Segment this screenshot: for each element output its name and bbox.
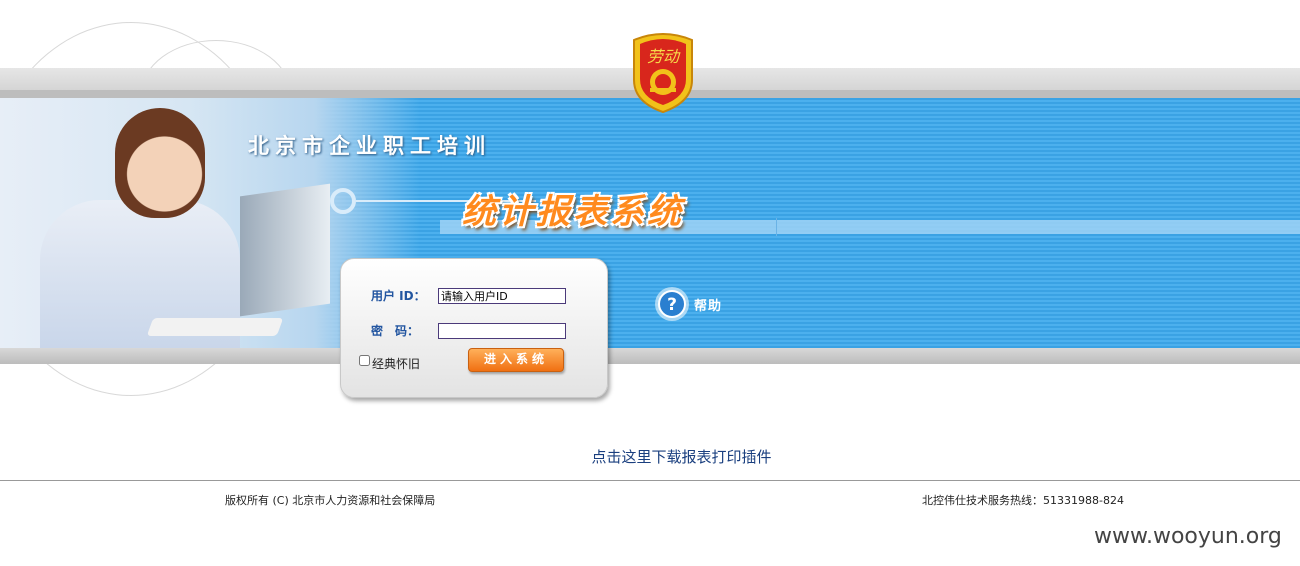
banner-stripe-tick xyxy=(776,218,777,236)
classic-mode-option[interactable]: 经典怀旧 xyxy=(359,355,420,372)
system-title: 统计报表系统 xyxy=(462,192,684,232)
password-label: 密 码： xyxy=(371,324,420,338)
question-icon: ? xyxy=(655,287,689,321)
keyboard-illustration xyxy=(146,318,284,336)
svg-text:?: ? xyxy=(667,295,677,315)
computer-monitor-illustration xyxy=(240,183,330,317)
watermark: www.wooyun.org xyxy=(1094,524,1282,549)
person-illustration-head xyxy=(115,108,205,218)
user-id-input[interactable] xyxy=(438,288,566,304)
footer-divider xyxy=(0,480,1300,481)
user-id-label: 用户 ID： xyxy=(371,289,426,303)
bottom-gray-bar xyxy=(0,348,1300,364)
classic-mode-label: 经典怀旧 xyxy=(372,357,421,371)
labor-emblem-icon: 劳动 xyxy=(633,33,693,114)
help-link[interactable]: ? 帮助 xyxy=(654,284,722,324)
login-panel: 用户 ID： 密 码： 经典怀旧 进入系统 xyxy=(340,258,608,398)
password-input[interactable] xyxy=(438,323,566,339)
org-title: 北京市企业职工培训 xyxy=(248,134,491,158)
copyright-text: 版权所有 (C) 北京市人力资源和社会保障局 xyxy=(225,494,436,507)
enter-system-button[interactable]: 进入系统 xyxy=(468,348,564,372)
help-label: 帮助 xyxy=(694,298,723,314)
classic-mode-checkbox[interactable] xyxy=(359,355,370,366)
emblem-text: 劳动 xyxy=(647,47,681,66)
download-print-plugin-link[interactable]: 点击这里下载报表打印插件 xyxy=(0,446,1300,467)
ring-decoration xyxy=(330,188,356,214)
service-hotline: 北控伟仕技术服务热线：51331988-824 xyxy=(922,494,1124,507)
